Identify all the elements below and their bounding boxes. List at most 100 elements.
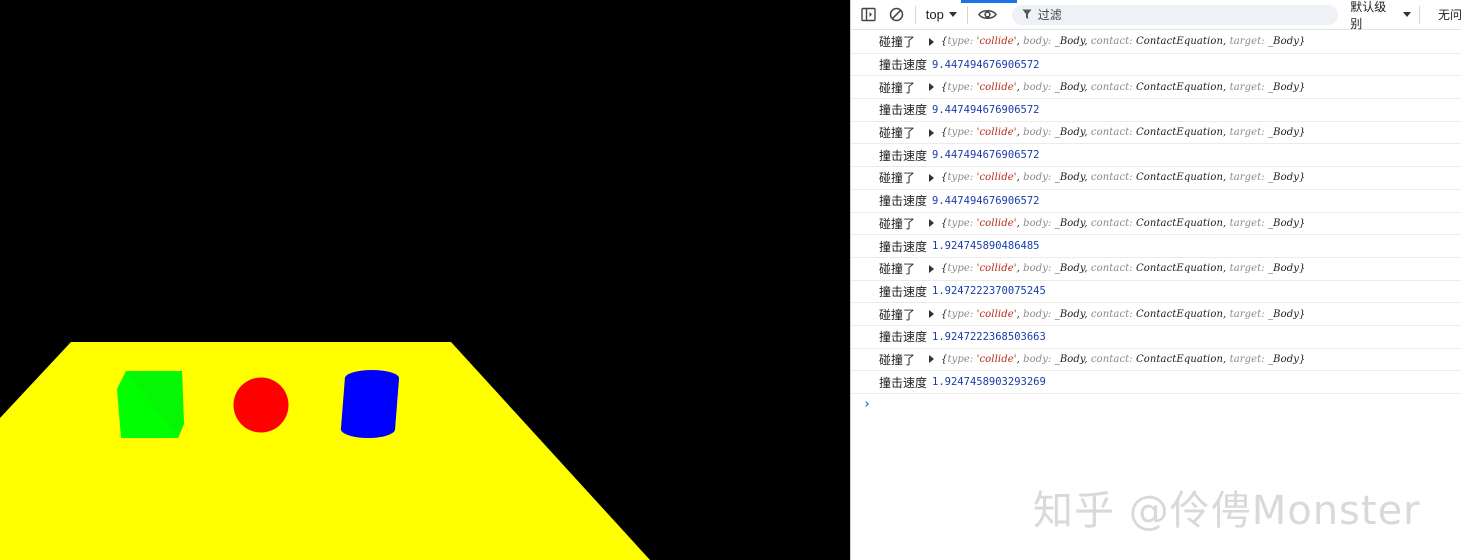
object-preview[interactable]: {type: 'collide', body: _Body, contact: … xyxy=(941,309,1305,320)
expand-triangle-icon[interactable] xyxy=(929,310,935,319)
object-value: ContactEquation xyxy=(1136,81,1224,93)
context-selector[interactable]: top xyxy=(920,4,963,26)
webgl-canvas[interactable] xyxy=(0,0,850,560)
object-key: type: xyxy=(947,217,977,229)
console-entry[interactable]: 碰撞了 {type: 'collide', body: _Body, contac… xyxy=(851,167,1461,190)
object-key: contact: xyxy=(1090,172,1137,184)
expand-triangle-icon[interactable] xyxy=(929,219,935,228)
expand-triangle-icon[interactable] xyxy=(929,128,935,137)
object-preview[interactable]: {type: 'collide', body: _Body, contact: … xyxy=(941,82,1305,93)
object-key: target: xyxy=(1229,353,1269,365)
red-sphere xyxy=(233,377,289,433)
object-preview[interactable]: {type: 'collide', body: _Body, contact: … xyxy=(941,127,1305,138)
object-key: body: xyxy=(1023,263,1055,275)
toolbar-separator xyxy=(914,5,916,24)
watermark: 知乎 @伶俜Monster xyxy=(1033,488,1421,534)
object-key: body: xyxy=(1023,217,1055,229)
context-label: top xyxy=(925,7,944,22)
object-key: target: xyxy=(1229,308,1269,320)
log-number-value: 1.9247222370075245 xyxy=(932,285,1046,298)
object-preview[interactable]: {type: 'collide', body: _Body, contact: … xyxy=(941,263,1305,274)
log-number-value: 1.924745890486485 xyxy=(932,240,1040,253)
object-preview[interactable]: {type: 'collide', body: _Body, contact: … xyxy=(941,172,1305,183)
object-value: _Body xyxy=(1054,36,1085,48)
log-label: 撞击速度 xyxy=(879,375,928,390)
object-value: 'collide' xyxy=(976,308,1017,320)
console-messages: 碰撞了 {type: 'collide', body: _Body, contac… xyxy=(851,31,1461,394)
object-key: type: xyxy=(947,308,977,320)
object-key: type: xyxy=(947,263,977,275)
object-key: body: xyxy=(1023,36,1055,48)
expand-triangle-icon[interactable] xyxy=(929,355,935,364)
expand-triangle-icon[interactable] xyxy=(929,173,935,182)
object-value: 'collide' xyxy=(976,217,1017,229)
log-label: 碰撞了 xyxy=(879,216,916,231)
console-entry: 撞击速度 9.447494676906572 xyxy=(851,144,1461,168)
object-value: 'collide' xyxy=(976,172,1017,184)
log-level-selector[interactable]: 默认级别 xyxy=(1350,0,1411,31)
console-entry: 撞击速度 9.447494676906572 xyxy=(851,54,1461,77)
log-number-value: 9.447494676906572 xyxy=(932,194,1040,207)
object-value: _Body xyxy=(1268,81,1299,93)
console-entry: 撞击速度 9.447494676906572 xyxy=(851,99,1461,122)
log-label: 碰撞了 xyxy=(879,262,916,277)
blue-cylinder xyxy=(340,370,399,439)
object-value: _Body xyxy=(1054,172,1085,184)
console-entry: 撞击速度 1.9247458903293269 xyxy=(851,371,1461,394)
expand-triangle-icon[interactable] xyxy=(929,37,935,46)
object-value: ContactEquation xyxy=(1136,263,1224,275)
object-value: ContactEquation xyxy=(1136,308,1224,320)
console-entry[interactable]: 碰撞了 {type: 'collide', body: _Body, contac… xyxy=(851,122,1461,145)
console-prompt[interactable]: › xyxy=(863,397,871,412)
filter-field[interactable] xyxy=(1011,4,1339,25)
object-key: contact: xyxy=(1090,308,1137,320)
object-key: contact: xyxy=(1090,127,1137,139)
filter-input[interactable] xyxy=(1037,7,1318,22)
chevron-down-icon xyxy=(1403,12,1411,17)
console-entry: 撞击速度 1.9247222370075245 xyxy=(851,281,1461,304)
object-value: _Body xyxy=(1054,263,1085,275)
object-value: _Body xyxy=(1054,81,1085,93)
console-entry[interactable]: 碰撞了 {type: 'collide', body: _Body, contac… xyxy=(851,31,1461,54)
object-value: ContactEquation xyxy=(1136,127,1224,139)
object-key: type: xyxy=(947,127,977,139)
block-icon[interactable] xyxy=(883,0,911,30)
object-value: _Body xyxy=(1054,308,1085,320)
object-key: type: xyxy=(947,36,977,48)
console-entry[interactable]: 碰撞了 {type: 'collide', body: _Body, contac… xyxy=(851,213,1461,236)
console-entry[interactable]: 碰撞了 {type: 'collide', body: _Body, contac… xyxy=(851,349,1461,372)
object-value: 'collide' xyxy=(976,127,1017,139)
object-key: body: xyxy=(1023,127,1055,139)
log-number-value: 9.447494676906572 xyxy=(932,58,1040,71)
console-entry[interactable]: 碰撞了 {type: 'collide', body: _Body, contac… xyxy=(851,76,1461,100)
expand-triangle-icon[interactable] xyxy=(929,264,935,273)
object-key: target: xyxy=(1229,172,1269,184)
console-entry[interactable]: 碰撞了 {type: 'collide', body: _Body, contac… xyxy=(851,303,1461,326)
eye-icon[interactable] xyxy=(972,0,1004,30)
object-preview[interactable]: {type: 'collide', body: _Body, contact: … xyxy=(941,354,1305,365)
object-key: target: xyxy=(1229,36,1269,48)
console-toolbar: top 默认级别 无问 xyxy=(851,0,1461,31)
log-label: 撞击速度 xyxy=(879,103,928,118)
object-key: contact: xyxy=(1090,36,1137,48)
issues-indicator[interactable]: 无问 xyxy=(1438,6,1461,23)
log-label: 碰撞了 xyxy=(879,126,916,141)
log-level-label: 默认级别 xyxy=(1350,0,1387,31)
object-value: _Body xyxy=(1268,263,1299,275)
toolbar-separator xyxy=(966,5,968,24)
console-entry: 撞击速度 1.924745890486485 xyxy=(851,235,1461,258)
object-key: contact: xyxy=(1090,217,1137,229)
log-label: 撞击速度 xyxy=(879,194,928,209)
sidebar-toggle-icon[interactable] xyxy=(855,0,883,30)
log-number-value: 1.9247458903293269 xyxy=(932,376,1046,389)
object-value: _Body xyxy=(1054,353,1085,365)
object-value: _Body xyxy=(1268,172,1299,184)
toolbar-focus-accent xyxy=(961,0,1017,3)
console-entry[interactable]: 碰撞了 {type: 'collide', body: _Body, contac… xyxy=(851,258,1461,281)
console-entry: 撞击速度 1.9247222368503663 xyxy=(851,326,1461,349)
object-preview[interactable]: {type: 'collide', body: _Body, contact: … xyxy=(941,218,1305,229)
object-value: ContactEquation xyxy=(1136,217,1224,229)
object-preview[interactable]: {type: 'collide', body: _Body, contact: … xyxy=(941,36,1305,47)
object-value: 'collide' xyxy=(976,353,1017,365)
expand-triangle-icon[interactable] xyxy=(929,83,935,92)
